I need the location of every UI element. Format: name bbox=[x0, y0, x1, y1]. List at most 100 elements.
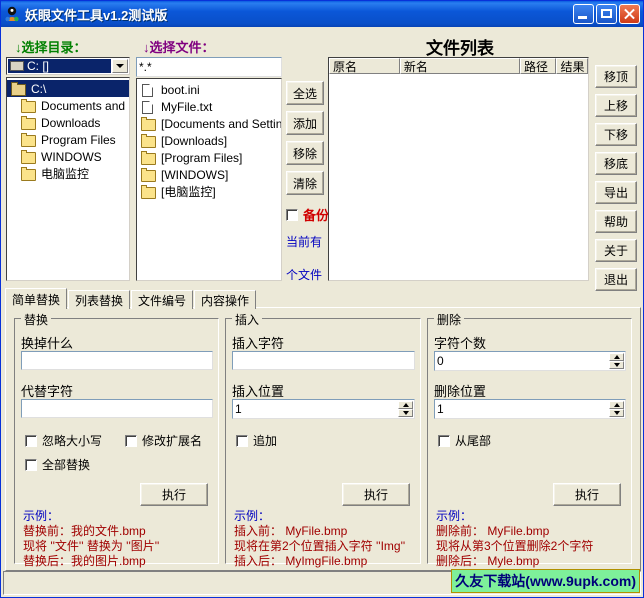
tree-item[interactable]: C:\ bbox=[7, 80, 129, 97]
tab-label: 简单替换 bbox=[12, 292, 61, 307]
replace-execute-button[interactable]: 执行 bbox=[140, 483, 208, 506]
insert-sample: 示例： 插入前： MyFile.bmp 现将在第2个位置插入字符 ''Img''… bbox=[234, 509, 405, 569]
tab-4[interactable]: 内容操作 bbox=[194, 290, 257, 309]
from-tail-checkbox[interactable]: 从尾部 bbox=[438, 432, 491, 449]
replace-all-checkbox-box[interactable] bbox=[25, 458, 37, 471]
insert-position-value: 1 bbox=[235, 402, 242, 416]
delete-sample-line-0: 删除前： MyFile.bmp bbox=[436, 524, 550, 538]
move-top-button[interactable]: 移顶 bbox=[595, 65, 637, 88]
delete-count-spinner[interactable]: 0 bbox=[434, 351, 626, 371]
ignore-case-checkbox[interactable]: 忽略大小写 bbox=[25, 432, 102, 449]
listview-column-label: 结果 bbox=[560, 59, 585, 74]
file-list-item[interactable]: [Program Files] bbox=[137, 149, 281, 166]
help-button[interactable]: 帮助 bbox=[595, 210, 637, 233]
chevron-down-icon[interactable] bbox=[112, 59, 128, 73]
help-button-label: 帮助 bbox=[603, 215, 628, 229]
delete-count-up-icon[interactable] bbox=[609, 353, 624, 361]
tree-item[interactable]: Documents and Se bbox=[7, 97, 129, 114]
tree-item[interactable]: WINDOWS bbox=[7, 148, 129, 165]
select-all-button-label: 全选 bbox=[292, 86, 317, 101]
file-list-item[interactable]: [Downloads] bbox=[137, 132, 281, 149]
replace-group-title: 替换 bbox=[21, 311, 52, 328]
add-button[interactable]: 添加 bbox=[286, 111, 324, 135]
listview-column-label: 路径 bbox=[523, 59, 548, 74]
insert-position-spinner[interactable]: 1 bbox=[232, 399, 415, 419]
from-tail-checkbox-box[interactable] bbox=[438, 434, 450, 447]
tab-strip: 简单替换 列表替换 文件编号 内容操作 bbox=[5, 288, 257, 309]
tree-item[interactable]: 电脑监控 bbox=[7, 165, 129, 182]
move-up-button[interactable]: 上移 bbox=[595, 94, 637, 117]
tree-item[interactable]: Downloads bbox=[7, 114, 129, 131]
delete-position-down-icon[interactable] bbox=[609, 409, 624, 417]
delete-position-spin-buttons[interactable] bbox=[609, 401, 624, 417]
title-bar: 妖眼文件工具v1.2测试版 bbox=[1, 1, 643, 27]
backup-checkbox[interactable]: 备份 bbox=[286, 205, 329, 224]
file-list-item[interactable]: MyFile.txt bbox=[137, 98, 281, 115]
select-file-header: ↓选择文件： bbox=[143, 40, 215, 55]
about-button[interactable]: 关于 bbox=[595, 239, 637, 262]
delete-position-spinner[interactable]: 1 bbox=[434, 399, 626, 419]
result-listview[interactable]: 原名 新名 路径 结果 bbox=[328, 57, 589, 281]
delete-sample: 示例： 删除前： MyFile.bmp 现将从第3个位置删除2个字符 删除后： … bbox=[436, 509, 593, 569]
minimize-button[interactable] bbox=[573, 4, 594, 24]
backup-checkbox-box[interactable] bbox=[286, 208, 298, 221]
tab-2[interactable]: 列表替换 bbox=[68, 290, 131, 309]
delete-position-label: 删除位置 bbox=[434, 384, 487, 399]
delete-position-value: 1 bbox=[437, 402, 444, 416]
delete-position-up-icon[interactable] bbox=[609, 401, 624, 409]
backup-label: 备份 bbox=[303, 208, 330, 223]
remove-button[interactable]: 移除 bbox=[286, 141, 324, 165]
insert-position-down-icon[interactable] bbox=[398, 409, 413, 417]
tree-item[interactable]: Program Files bbox=[7, 131, 129, 148]
listview-column-header[interactable]: 原名 bbox=[329, 58, 400, 74]
delete-count-spin-buttons[interactable] bbox=[609, 353, 624, 369]
replace-all-checkbox[interactable]: 全部替换 bbox=[25, 456, 90, 473]
tree-item-label: 电脑监控 bbox=[41, 167, 90, 181]
insert-chars-label: 插入字符 bbox=[232, 336, 285, 351]
folder-icon bbox=[21, 149, 37, 164]
move-down-button[interactable]: 下移 bbox=[595, 123, 637, 146]
drive-combo[interactable]: C: [] bbox=[6, 57, 130, 75]
file-list-item-label: [Documents and Settings] bbox=[161, 116, 282, 131]
insert-chars-input[interactable] bbox=[232, 351, 415, 370]
export-button[interactable]: 导出 bbox=[595, 181, 637, 204]
replace-with-input[interactable] bbox=[21, 399, 213, 418]
file-filter-input[interactable]: *.* bbox=[136, 57, 282, 77]
listview-column-header[interactable]: 路径 bbox=[519, 58, 557, 74]
move-bottom-button[interactable]: 移底 bbox=[595, 152, 637, 175]
modify-ext-checkbox[interactable]: 修改扩展名 bbox=[125, 432, 202, 449]
remove-button-label: 移除 bbox=[292, 146, 317, 161]
file-list-item[interactable]: [电脑监控] bbox=[137, 183, 281, 200]
maximize-button[interactable] bbox=[596, 4, 617, 24]
tab-3[interactable]: 文件编号 bbox=[131, 290, 194, 309]
file-list-item[interactable]: [WINDOWS] bbox=[137, 166, 281, 183]
tab-1[interactable]: 简单替换 bbox=[5, 288, 68, 309]
listview-column-header[interactable]: 新名 bbox=[399, 58, 520, 74]
delete-count-down-icon[interactable] bbox=[609, 361, 624, 369]
delete-sample-title: 示例： bbox=[436, 509, 473, 523]
exit-button[interactable]: 退出 bbox=[595, 268, 637, 291]
append-checkbox-box[interactable] bbox=[236, 434, 248, 447]
file-list-item[interactable]: boot.ini bbox=[137, 81, 281, 98]
ignore-case-checkbox-box[interactable] bbox=[25, 434, 37, 447]
tab-page-simple-replace: 替换 换掉什么 代替字符 忽略大小写 修改扩展名 全部替换 执行 示例： 替换前… bbox=[5, 307, 641, 571]
select-all-button[interactable]: 全选 bbox=[286, 81, 324, 105]
delete-execute-button[interactable]: 执行 bbox=[553, 483, 621, 506]
close-button[interactable] bbox=[619, 4, 640, 24]
replace-sample-line-1: 现将 ''文件'' 替换为 ''图片'' bbox=[23, 539, 160, 553]
clear-button[interactable]: 清除 bbox=[286, 171, 324, 195]
insert-execute-button[interactable]: 执行 bbox=[342, 483, 410, 506]
listview-column-header[interactable]: 结果 bbox=[556, 58, 588, 74]
replace-all-label: 全部替换 bbox=[42, 458, 91, 472]
insert-position-spin-buttons[interactable] bbox=[398, 401, 413, 417]
file-list-item[interactable]: [Documents and Settings] bbox=[137, 115, 281, 132]
modify-ext-checkbox-box[interactable] bbox=[125, 434, 137, 447]
insert-position-up-icon[interactable] bbox=[398, 401, 413, 409]
replace-sample-title: 示例： bbox=[23, 509, 60, 523]
directory-tree[interactable]: C:\ Documents and Se Downloads Program File… bbox=[6, 77, 130, 281]
replace-what-input[interactable] bbox=[21, 351, 213, 370]
modify-ext-label: 修改扩展名 bbox=[142, 434, 203, 448]
watermark-label: 久友下载站(www.9upk.com) bbox=[451, 569, 640, 593]
append-checkbox[interactable]: 追加 bbox=[236, 432, 277, 449]
file-list[interactable]: boot.ini MyFile.txt [Documents and Setting… bbox=[136, 78, 282, 281]
